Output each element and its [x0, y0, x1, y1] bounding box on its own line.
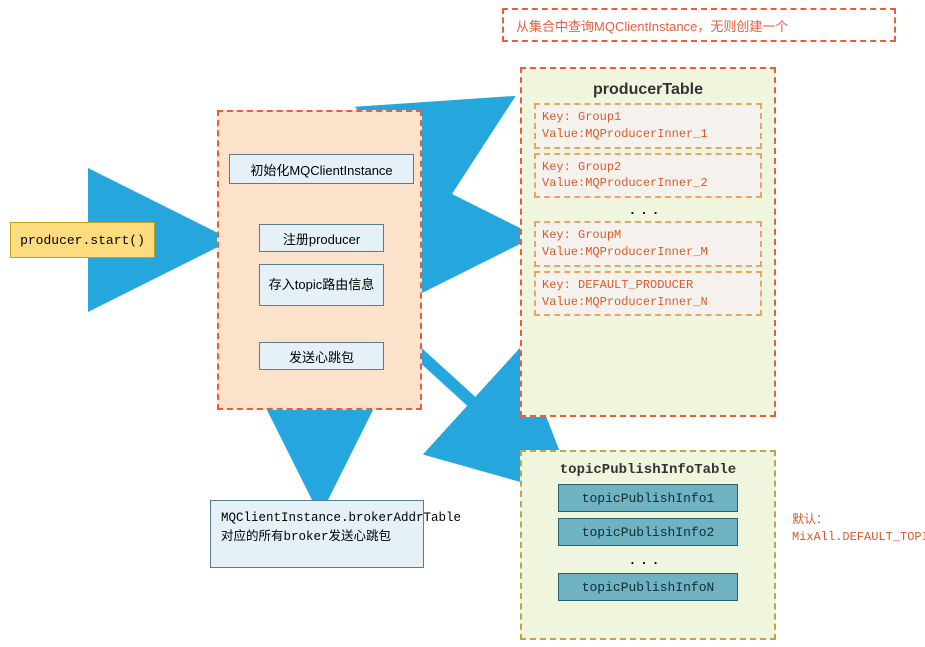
start-box: producer.start() [10, 222, 155, 258]
step-register-producer: 注册producer [259, 224, 384, 252]
step-init-client: 初始化MQClientInstance [229, 154, 414, 184]
step-heartbeat-label: 发送心跳包 [289, 347, 354, 366]
producer-row-3-value: MQProducerInner_N [585, 295, 707, 309]
topic-ellipsis: ... [522, 552, 774, 567]
producer-row-1-value: MQProducerInner_2 [585, 176, 707, 190]
heartbeat-box: MQClientInstance.brokerAddrTable对应的所有bro… [210, 500, 424, 568]
producer-table: producerTable Key: Group1 Value:MQProduc… [520, 67, 776, 417]
step-store-topic-label: 存入topic路由信息 [269, 277, 374, 294]
default-topic-note: 默认： MixAll.DEFAULT_TOPIC [792, 512, 925, 546]
producer-row-0-key: Group1 [578, 110, 621, 124]
producer-row-3: Key: DEFAULT_PRODUCER Value:MQProducerIn… [534, 271, 762, 317]
producer-row-2: Key: GroupM Value:MQProducerInner_M [534, 221, 762, 267]
topic-item-2: topicPublishInfoN [558, 573, 738, 601]
main-container: 初始化MQClientInstance 注册producer 存入topic路由… [217, 110, 422, 410]
start-label: producer.start() [20, 233, 145, 248]
step-register-producer-label: 注册producer [283, 229, 360, 248]
producer-row-0-value: MQProducerInner_1 [585, 127, 707, 141]
producer-row-1-key: Group2 [578, 160, 621, 174]
topic-item-0: topicPublishInfo1 [558, 484, 738, 512]
step-init-client-label: 初始化MQClientInstance [250, 160, 392, 179]
producer-ellipsis: ... [522, 202, 774, 217]
step-heartbeat: 发送心跳包 [259, 342, 384, 370]
topic-table-title: topicPublishInfoTable [522, 462, 774, 478]
default-topic-note-l2: MixAll.DEFAULT_TOPIC [792, 530, 925, 544]
producer-row-3-key: DEFAULT_PRODUCER [578, 278, 693, 292]
heartbeat-box-text: MQClientInstance.brokerAddrTable对应的所有bro… [221, 511, 461, 544]
producer-row-0: Key: Group1 Value:MQProducerInner_1 [534, 103, 762, 149]
note-query-instance-label: 从集合中查询MQClientInstance，无则创建一个 [516, 16, 788, 35]
default-topic-note-l1: 默认： [792, 513, 828, 527]
step-store-topic: 存入topic路由信息 [259, 264, 384, 306]
topic-table: topicPublishInfoTable topicPublishInfo1 … [520, 450, 776, 640]
producer-table-title: producerTable [522, 81, 774, 99]
arrows-layer [0, 0, 925, 647]
producer-row-2-key: GroupM [578, 228, 621, 242]
topic-item-1: topicPublishInfo2 [558, 518, 738, 546]
producer-row-1: Key: Group2 Value:MQProducerInner_2 [534, 153, 762, 199]
note-query-instance: 从集合中查询MQClientInstance，无则创建一个 [502, 8, 896, 42]
producer-row-2-value: MQProducerInner_M [585, 245, 707, 259]
